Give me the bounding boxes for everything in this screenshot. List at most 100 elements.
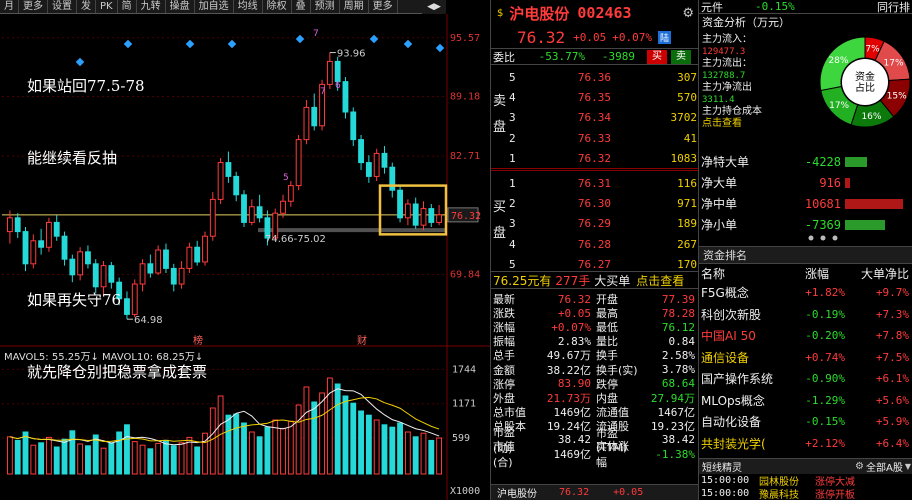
toolbar-item-10[interactable]: 除权	[263, 0, 292, 13]
toolbar-item-9[interactable]: 均线	[234, 0, 263, 13]
toolbar-item-5[interactable]: 简	[118, 0, 137, 13]
sector-row[interactable]: 科创次新股 -0.19% +7.3%	[699, 304, 912, 326]
event-diamond[interactable]	[227, 39, 237, 49]
sector-header: 名称 涨幅 大单净比	[699, 264, 912, 282]
candle-body[interactable]	[225, 162, 232, 177]
gear-icon[interactable]: ⚙	[682, 6, 694, 21]
candle-body[interactable]	[295, 139, 302, 187]
ask-row[interactable]: 3 76.34 3702	[509, 108, 698, 128]
sector-row[interactable]: 共封装光学(+2.12% +6.4%	[699, 433, 912, 455]
bid-row[interactable]: 3 76.29 189	[509, 214, 698, 234]
event-diamond[interactable]	[403, 39, 413, 49]
flow-in-value: 129477.3	[702, 47, 746, 57]
ask-row[interactable]: 5 76.36 307	[509, 67, 698, 87]
candle-body[interactable]	[280, 200, 286, 214]
event-diamond[interactable]	[369, 34, 379, 44]
toolbar-item-13[interactable]: 周期	[340, 0, 369, 13]
footer-quote[interactable]: 沪电股份 76.32 +0.05	[491, 484, 698, 500]
bid-row[interactable]: 5 76.27 170	[509, 255, 698, 275]
ask-price: 76.35	[577, 91, 611, 105]
candle-body[interactable]	[209, 198, 216, 237]
cost-link[interactable]: 点击查看	[702, 118, 810, 130]
elf-time: 15:00:00	[701, 488, 750, 499]
toolbar-item-6[interactable]: 九转	[137, 0, 166, 13]
toolbar-item-3[interactable]: 发	[77, 0, 96, 13]
toolbar-item-4[interactable]: PK	[96, 0, 118, 13]
event-diamond[interactable]	[435, 43, 445, 53]
sector-pct: -0.15%	[805, 415, 845, 429]
sector-row[interactable]: 中国AI 50 -0.20% +7.8%	[699, 325, 912, 347]
candle-body[interactable]	[436, 214, 443, 223]
bid-row[interactable]: 1 76.31 116	[509, 173, 698, 193]
sector-net: +7.8%	[875, 329, 909, 343]
chevron-down-icon[interactable]: ▼	[905, 462, 911, 471]
candle-body[interactable]	[6, 217, 13, 233]
stat-value: +0.07%	[551, 320, 591, 334]
finance-marker[interactable]: 财	[357, 334, 367, 347]
ask-price: 76.32	[577, 152, 611, 166]
flow-out-label: 主力流出：	[702, 58, 752, 69]
sell-button[interactable]: 卖	[671, 49, 691, 64]
stat-value: 1469亿	[553, 448, 592, 462]
bid-row[interactable]: 4 76.28 267	[509, 234, 698, 254]
donut-slice-label: 7%	[865, 44, 880, 54]
candle-body[interactable]	[404, 203, 411, 219]
sector-row[interactable]: 通信设备 +0.74% +7.5%	[699, 347, 912, 369]
toolbar-item-11[interactable]: 叠	[292, 0, 311, 13]
elf-row[interactable]: 15:00:00 豫晨科技 涨停开板	[699, 487, 912, 500]
stat-value: -1.38%	[655, 447, 695, 461]
volume-bar	[248, 431, 255, 475]
candle-body[interactable]	[412, 203, 419, 226]
candle-body[interactable]	[241, 194, 247, 223]
toolbar-item-12[interactable]: 预测	[311, 0, 340, 13]
candle-body[interactable]	[397, 189, 403, 219]
toolbar-item-8[interactable]: 加自选	[195, 0, 234, 13]
net-flow-list: 净特大单 -4228 净大单 916 净中单 10681 净小单 -7369	[699, 151, 912, 235]
candle-body[interactable]	[326, 60, 333, 85]
candle-body[interactable]	[287, 185, 294, 202]
candle-body[interactable]	[14, 217, 21, 233]
candle-body[interactable]	[334, 60, 341, 83]
candle-body[interactable]	[428, 208, 435, 223]
candle-body[interactable]	[256, 206, 263, 219]
candle-body[interactable]	[303, 106, 310, 141]
weibi-label: 委比	[493, 50, 515, 64]
back-arrow-icon[interactable]: ◀	[427, 2, 434, 12]
sector-row[interactable]: 自动化设备 -0.15% +5.9%	[699, 411, 912, 433]
more-dots-icon[interactable]	[803, 230, 843, 246]
forward-arrow-icon[interactable]: ▶	[434, 2, 441, 12]
candle-body[interactable]	[350, 111, 357, 141]
candle-body[interactable]	[365, 162, 372, 177]
elf-time: 15:00:00	[701, 475, 750, 486]
sector-row[interactable]: F5G概念 +1.82% +9.7%	[699, 282, 912, 304]
toolbar-item-14[interactable]: 更多	[369, 0, 398, 13]
sector-row[interactable]: MLOps概念 -1.29% +5.6%	[699, 390, 912, 412]
candle-body[interactable]	[233, 175, 240, 196]
candle-body[interactable]	[358, 139, 364, 164]
ask-row[interactable]: 4 76.35 570	[509, 87, 698, 107]
volume-bar	[30, 444, 37, 475]
fund-panel: 元件 -0.15% 同行排 资金分析（万元） 主力流入： 129477.3 主力…	[698, 0, 912, 500]
event-diamond[interactable]	[295, 34, 305, 44]
ask-row[interactable]: 1 76.32 1083	[509, 149, 698, 169]
buy-button[interactable]: 买	[647, 49, 667, 64]
toolbar-item-2[interactable]: 设置	[48, 0, 77, 13]
candle-body[interactable]	[311, 106, 318, 127]
candle-body[interactable]	[217, 162, 224, 200]
bid-row[interactable]: 2 76.30 971	[509, 193, 698, 213]
elf-settings-icon[interactable]: ⚙	[855, 461, 864, 472]
candle-body[interactable]	[381, 152, 388, 168]
peer-rank-link[interactable]: 同行排	[877, 0, 910, 15]
candle-body[interactable]	[342, 81, 349, 113]
volume-tick-label: 1744	[452, 364, 476, 375]
toolbar-item-0[interactable]: 月	[0, 0, 19, 13]
candle-body[interactable]	[373, 152, 380, 177]
sector-row[interactable]: 国产操作系统 -0.90% +6.1%	[699, 368, 912, 390]
candle-body[interactable]	[420, 208, 427, 226]
toolbar-item-1[interactable]: 更多	[19, 0, 48, 13]
net-flow-label: 净大单	[701, 176, 738, 190]
candle-body[interactable]	[248, 206, 255, 223]
elf-filter[interactable]: 全部A股	[866, 459, 903, 474]
ask-row[interactable]: 2 76.33 41	[509, 128, 698, 148]
toolbar-item-7[interactable]: 操盘	[166, 0, 195, 13]
